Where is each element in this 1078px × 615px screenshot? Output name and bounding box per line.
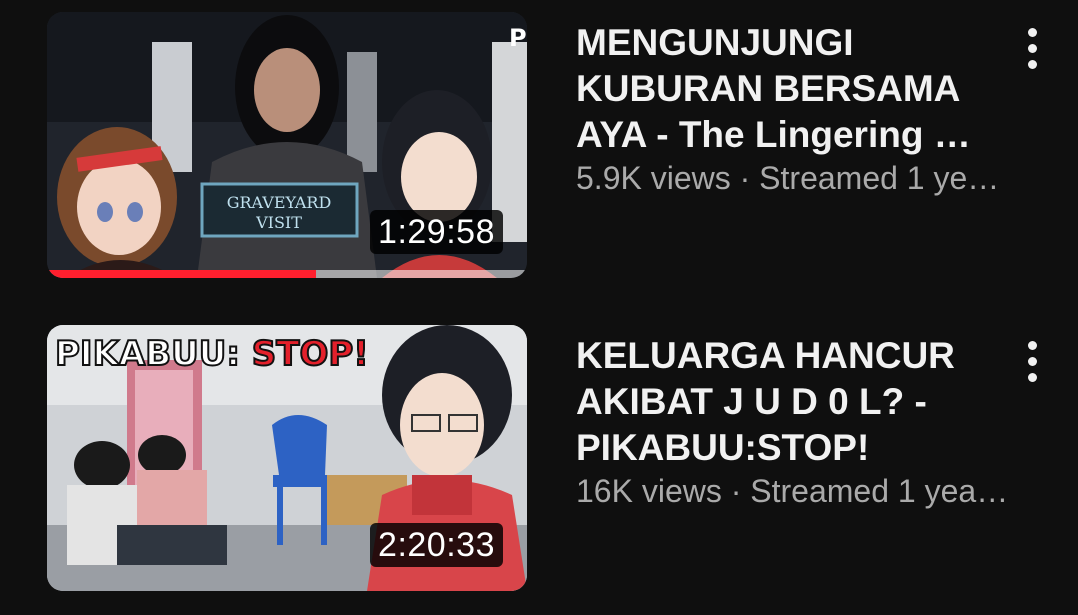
video-title[interactable]: MENGUNJUNGI KUBURAN BERSAMA AYA - The Li… [576, 20, 996, 158]
video-thumbnail[interactable]: PIKABUU: STOP! 2:20:33 [47, 325, 527, 591]
svg-text:VISIT: VISIT [255, 213, 302, 232]
video-duration: 2:20:33 [370, 523, 503, 567]
video-stats: 16K views · Streamed 1 yea… [576, 471, 1031, 511]
thumbnail-title-text: GRAVEYARD [227, 193, 332, 212]
video-thumbnail[interactable]: GRAVEYARD VISIT P 1:29:58 [47, 12, 527, 278]
more-vert-icon[interactable] [1012, 20, 1052, 76]
video-stats: 5.9K views · Streamed 1 ye… [576, 158, 1031, 198]
watch-progress-bar [47, 270, 527, 278]
svg-text:P: P [509, 24, 527, 52]
thumbnail-title-text: PIKABUU: STOP! [55, 334, 369, 374]
video-meta[interactable]: MENGUNJUNGI KUBURAN BERSAMA AYA - The Li… [576, 20, 999, 198]
view-count: 5.9K views [576, 160, 731, 196]
view-count: 16K views [576, 473, 722, 509]
streamed-date: Streamed 1 yea… [750, 473, 1009, 509]
video-meta[interactable]: KELUARGA HANCUR AKIBAT J U D 0 L? - PIKA… [576, 333, 1008, 511]
video-item[interactable]: PIKABUU: STOP! 2:20:33 KELUARGA HANCUR A… [0, 325, 1078, 595]
meta-separator: · [721, 473, 751, 509]
thumbnail-title-white: PIKABUU: [55, 334, 252, 374]
more-vert-icon[interactable] [1012, 333, 1052, 389]
meta-separator: · [730, 160, 760, 196]
video-item[interactable]: GRAVEYARD VISIT P 1:29:58 MENGUNJUNGI KU… [0, 12, 1078, 282]
video-duration: 1:29:58 [370, 210, 503, 254]
thumbnail-title-red: STOP! [252, 334, 369, 374]
video-title[interactable]: KELUARGA HANCUR AKIBAT J U D 0 L? - PIKA… [576, 333, 996, 471]
streamed-date: Streamed 1 ye… [759, 160, 1000, 196]
watch-progress-fill [47, 270, 316, 278]
